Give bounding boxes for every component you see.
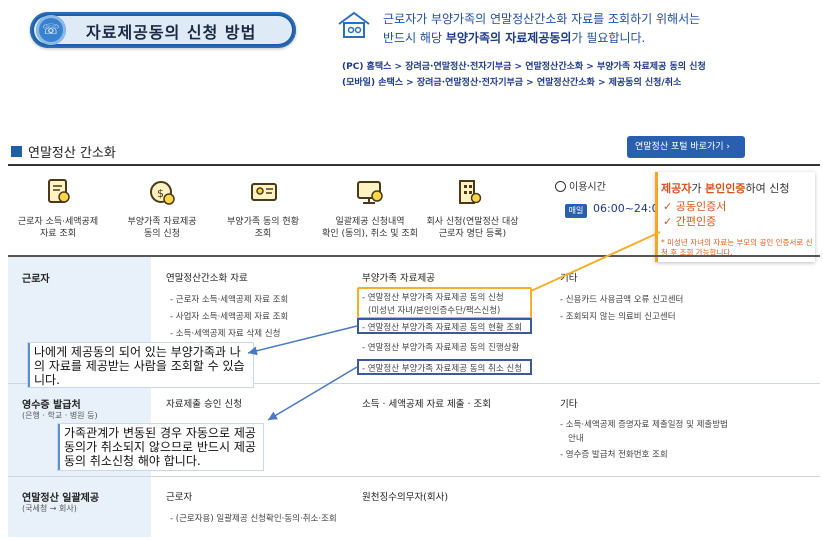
arrows-overlay — [247, 231, 661, 421]
orange-connector — [530, 231, 661, 292]
arrow-to-note1 — [247, 325, 358, 356]
arrow-to-note2 — [267, 366, 358, 421]
